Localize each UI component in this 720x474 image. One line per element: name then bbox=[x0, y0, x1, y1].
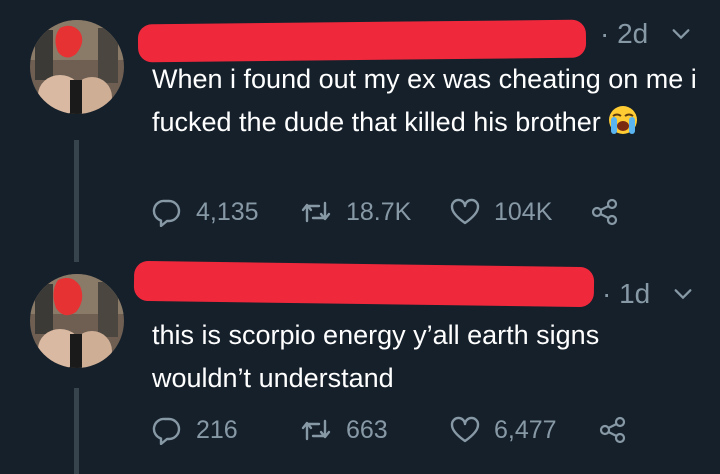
share-button[interactable] bbox=[590, 197, 634, 227]
share-icon bbox=[591, 198, 618, 226]
retweet-button[interactable]: 18.7K bbox=[300, 197, 450, 227]
loudly-crying-face-icon bbox=[608, 106, 637, 134]
tweet-actions: 4,135 18.7K 104K bbox=[152, 197, 634, 227]
avatar-image bbox=[30, 20, 124, 114]
tweet-meta: · 2d bbox=[600, 18, 692, 50]
tweet-meta: · 1d bbox=[602, 278, 694, 310]
redacted-user-name bbox=[137, 19, 587, 63]
reply-count: 4,135 bbox=[196, 197, 259, 226]
reply-button[interactable]: 216 bbox=[152, 415, 300, 445]
tweet-2[interactable]: · 1d this is scorpio energy y’all earth … bbox=[0, 250, 720, 474]
avatar[interactable] bbox=[30, 20, 124, 114]
retweet-button[interactable]: 663 bbox=[300, 415, 450, 445]
like-button[interactable]: 6,477 bbox=[450, 416, 598, 445]
tweet-text: this is scorpio energy y’all earth signs… bbox=[152, 314, 697, 400]
reply-icon bbox=[152, 199, 181, 227]
tweet-actions: 216 663 6,477 bbox=[152, 415, 642, 445]
retweet-icon bbox=[301, 201, 331, 223]
retweet-icon bbox=[301, 419, 331, 441]
chevron-down-icon[interactable] bbox=[672, 283, 694, 305]
reply-count: 216 bbox=[196, 415, 238, 444]
retweet-count: 663 bbox=[346, 415, 388, 444]
share-icon bbox=[599, 416, 626, 444]
redacted-user-name bbox=[133, 260, 595, 308]
avatar[interactable] bbox=[30, 274, 124, 368]
share-button[interactable] bbox=[598, 415, 642, 445]
reply-button[interactable]: 4,135 bbox=[152, 197, 300, 227]
chevron-down-icon[interactable] bbox=[670, 23, 692, 45]
tweet-text: When i found out my ex was cheating on m… bbox=[152, 58, 697, 144]
like-count: 104K bbox=[494, 197, 553, 226]
like-icon bbox=[450, 416, 480, 443]
like-count: 6,477 bbox=[494, 415, 557, 444]
avatar-image bbox=[30, 274, 124, 368]
like-icon bbox=[450, 198, 480, 225]
timestamp[interactable]: · 2d bbox=[600, 18, 648, 50]
reply-icon bbox=[152, 417, 181, 445]
like-button[interactable]: 104K bbox=[450, 198, 590, 227]
timestamp[interactable]: · 1d bbox=[602, 278, 650, 310]
retweet-count: 18.7K bbox=[346, 197, 412, 226]
tweet-text-content: this is scorpio energy y’all earth signs… bbox=[152, 320, 600, 393]
tweet-1[interactable]: · 2d When i found out my ex was cheating… bbox=[0, 0, 720, 250]
